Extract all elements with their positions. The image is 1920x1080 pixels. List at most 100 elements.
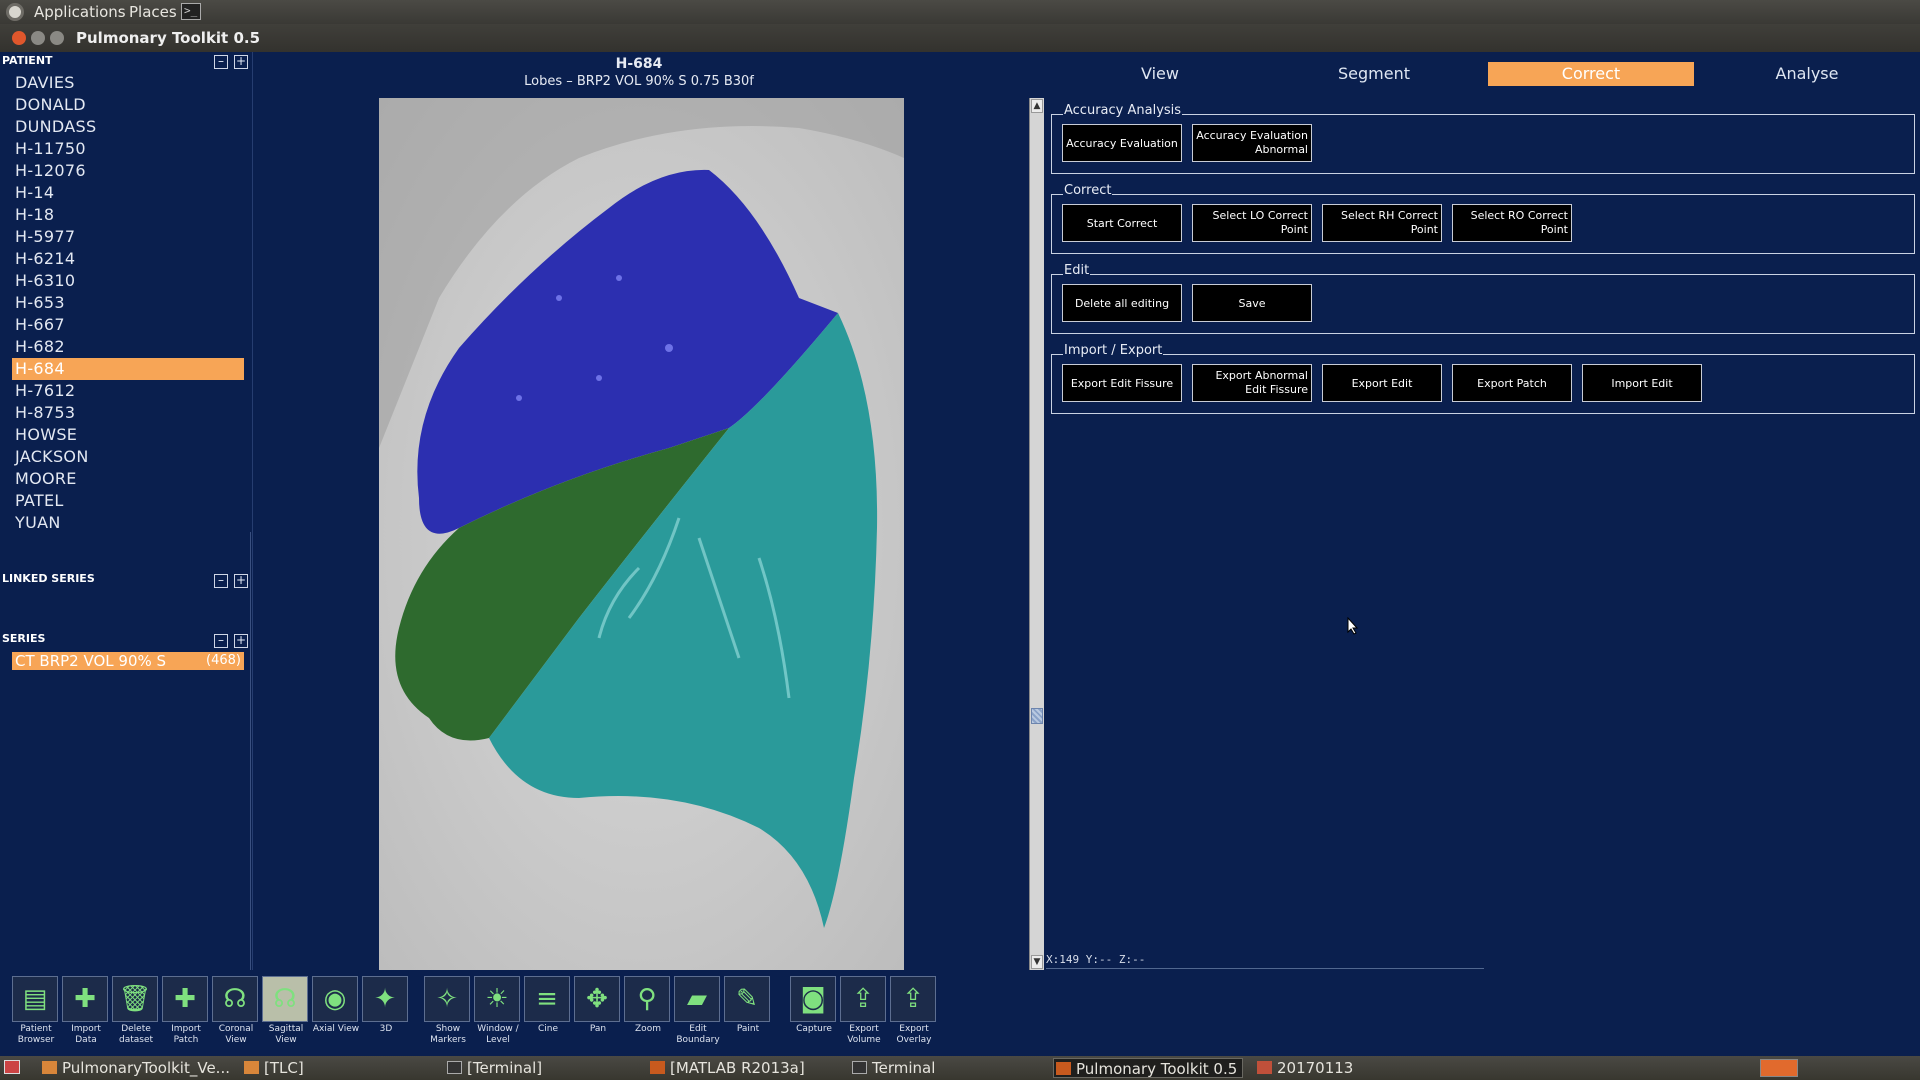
select-ro-correct-point-button[interactable]: Select RO Correct Point <box>1452 204 1572 242</box>
tool-coronal-view[interactable]: ☊ Coronal View <box>212 976 260 1046</box>
tool-zoom[interactable]: ⚲ Zoom <box>624 976 672 1035</box>
slice-scrollbar[interactable]: ▲ ▼ <box>1029 98 1044 970</box>
taskbar-item-matlab[interactable]: [MATLAB R2013a] <box>648 1058 848 1078</box>
scroll-down-arrow-icon[interactable]: ▼ <box>1031 955 1043 969</box>
edit-boundary-icon[interactable]: ▰ <box>674 976 720 1022</box>
patient-item[interactable]: MOORE <box>12 468 244 490</box>
export-abnormal-edit-fissure-button[interactable]: Export Abnormal Edit Fissure <box>1192 364 1312 402</box>
zoom-icon[interactable]: ⚲ <box>624 976 670 1022</box>
patient-item[interactable]: DUNDASS <box>12 116 244 138</box>
tool-paint[interactable]: ✎ Paint <box>724 976 772 1035</box>
tool-patient-browser[interactable]: ▤ Patient Browser <box>12 976 60 1046</box>
tool-sagittal-view[interactable]: ☊ Sagittal View <box>262 976 310 1046</box>
select-lo-correct-point-button[interactable]: Select LO Correct Point <box>1192 204 1312 242</box>
applications-menu[interactable]: Applications <box>34 3 126 21</box>
tool-3d-view[interactable]: ✦ 3D <box>362 976 410 1035</box>
import-edit-button[interactable]: Import Edit <box>1582 364 1702 402</box>
tab-segment[interactable]: Segment <box>1271 62 1477 86</box>
patient-item[interactable]: JACKSON <box>12 446 244 468</box>
show-desktop-icon[interactable] <box>4 1060 20 1074</box>
patient-item[interactable]: DONALD <box>12 94 244 116</box>
patient-item[interactable]: HOWSE <box>12 424 244 446</box>
taskbar-item-terminal-minimized[interactable]: [Terminal] <box>445 1058 645 1078</box>
scroll-thumb[interactable] <box>1031 708 1043 724</box>
close-window-icon[interactable] <box>12 31 26 45</box>
series-item[interactable]: CT BRP2 VOL 90% S (468) <box>12 652 244 670</box>
patient-item[interactable]: H-18 <box>12 204 244 226</box>
taskbar-item-tlc[interactable]: [TLC] <box>242 1058 442 1078</box>
tool-trash[interactable]: 🗑 Delete dataset <box>112 976 160 1046</box>
tool-plus[interactable]: ✚ Import Data <box>62 976 110 1046</box>
patient-item[interactable]: DAVIES <box>12 72 244 94</box>
image-viewer[interactable] <box>253 98 1028 970</box>
taskbar-item-terminal[interactable]: Terminal <box>850 1058 1050 1078</box>
cine-icon[interactable]: ≡ <box>524 976 570 1022</box>
accuracy-evaluation-abnormal-button[interactable]: Accuracy Evaluation Abnormal <box>1192 124 1312 162</box>
patient-item[interactable]: PATEL <box>12 490 244 512</box>
patient-item[interactable]: H-12076 <box>12 160 244 182</box>
import-patch-icon[interactable]: ✚ <box>162 976 208 1022</box>
tool-pan[interactable]: ✥ Pan <box>574 976 622 1035</box>
delete-all-editing-button[interactable]: Delete all editing <box>1062 284 1182 322</box>
pan-icon[interactable]: ✥ <box>574 976 620 1022</box>
window-level-icon[interactable]: ☀ <box>474 976 520 1022</box>
tool-edit-boundary[interactable]: ▰ Edit Boundary <box>674 976 722 1046</box>
tool-export-overlay[interactable]: ⇪ Export Overlay <box>890 976 938 1046</box>
markers-icon[interactable]: ✧ <box>424 976 470 1022</box>
places-menu[interactable]: Places <box>129 3 177 21</box>
tab-analyse[interactable]: Analyse <box>1704 62 1910 86</box>
camera-icon[interactable]: ◙ <box>790 976 836 1022</box>
minimize-window-icon[interactable] <box>31 31 45 45</box>
sagittal-view-icon[interactable]: ☊ <box>262 976 308 1022</box>
patient-item[interactable]: H-11750 <box>12 138 244 160</box>
accuracy-evaluation-button[interactable]: Accuracy Evaluation <box>1062 124 1182 162</box>
patient-item[interactable]: H-684 <box>12 358 244 380</box>
select-rh-correct-point-button[interactable]: Select RH Correct Point <box>1322 204 1442 242</box>
paint-icon[interactable]: ✎ <box>724 976 770 1022</box>
patient-expand-button[interactable]: + <box>234 55 248 69</box>
taskbar-item-pulmonarytoolkit-folder[interactable]: PulmonaryToolkit_Ve... <box>40 1058 240 1078</box>
patient-item[interactable]: H-6214 <box>12 248 244 270</box>
patient-item[interactable]: H-8753 <box>12 402 244 424</box>
tool-window-level[interactable]: ☀ Window / Level <box>474 976 522 1046</box>
tool-axial-view[interactable]: ◉ Axial View <box>312 976 360 1035</box>
tool-markers[interactable]: ✧ Show Markers <box>424 976 472 1046</box>
plus-icon[interactable]: ✚ <box>62 976 108 1022</box>
maximize-window-icon[interactable] <box>50 31 64 45</box>
scroll-up-arrow-icon[interactable]: ▲ <box>1031 99 1043 113</box>
patient-item[interactable]: YUAN <box>12 512 244 534</box>
export-edit-button[interactable]: Export Edit <box>1322 364 1442 402</box>
ubuntu-logo-icon[interactable] <box>6 3 24 21</box>
taskbar-item-pulmonary-toolkit[interactable]: Pulmonary Toolkit 0.5 <box>1053 1058 1243 1078</box>
export-volume-icon[interactable]: ⇪ <box>840 976 886 1022</box>
taskbar-item-20170113[interactable]: 20170113 <box>1255 1058 1455 1078</box>
patient-item[interactable]: H-7612 <box>12 380 244 402</box>
axial-view-icon[interactable]: ◉ <box>312 976 358 1022</box>
patient-item[interactable]: H-5977 <box>12 226 244 248</box>
patient-browser-icon[interactable]: ▤ <box>12 976 58 1022</box>
patient-item[interactable]: H-653 <box>12 292 244 314</box>
tool-camera[interactable]: ◙ Capture <box>790 976 838 1035</box>
save-button[interactable]: Save <box>1192 284 1312 322</box>
export-overlay-icon[interactable]: ⇪ <box>890 976 936 1022</box>
start-correct-button[interactable]: Start Correct <box>1062 204 1182 242</box>
tab-view[interactable]: View <box>1057 62 1263 86</box>
patient-item[interactable]: H-667 <box>12 314 244 336</box>
tab-correct[interactable]: Correct <box>1488 62 1694 86</box>
tool-import-patch[interactable]: ✚ Import Patch <box>162 976 210 1046</box>
patient-item[interactable]: H-14 <box>12 182 244 204</box>
coronal-view-icon[interactable]: ☊ <box>212 976 258 1022</box>
tool-export-volume[interactable]: ⇪ Export Volume <box>840 976 888 1046</box>
patient-item[interactable]: H-6310 <box>12 270 244 292</box>
linked-collapse-button[interactable]: – <box>214 574 228 588</box>
trash-icon[interactable]: 🗑 <box>112 976 158 1022</box>
export-edit-fissure-button[interactable]: Export Edit Fissure <box>1062 364 1182 402</box>
ct-sagittal-image[interactable] <box>379 98 904 970</box>
series-expand-button[interactable]: + <box>234 634 248 648</box>
terminal-launcher-icon[interactable]: >_ <box>181 3 201 20</box>
patient-collapse-button[interactable]: – <box>214 55 228 69</box>
3d-view-icon[interactable]: ✦ <box>362 976 408 1022</box>
series-collapse-button[interactable]: – <box>214 634 228 648</box>
matlab-tray-icon[interactable] <box>1760 1059 1798 1077</box>
patient-item[interactable]: H-682 <box>12 336 244 358</box>
